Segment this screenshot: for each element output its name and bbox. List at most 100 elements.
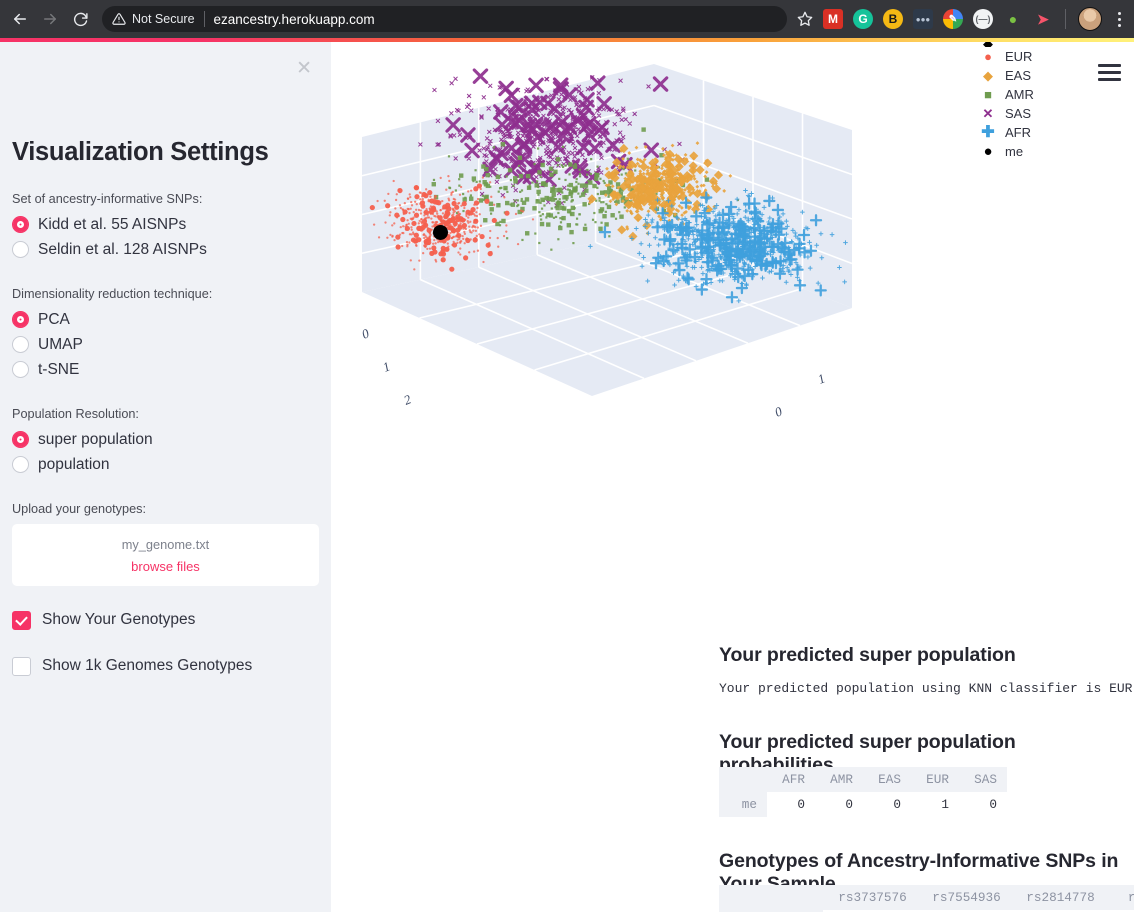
- toolbar-divider: [1065, 9, 1066, 29]
- not-secure-warning-icon: [112, 13, 126, 25]
- column-header-eas: EAS: [863, 767, 911, 792]
- svg-text:1: 1: [381, 358, 393, 374]
- radio-umap[interactable]: UMAP: [12, 332, 319, 357]
- omnibox-divider: [203, 11, 205, 27]
- svg-text:2: 2: [402, 391, 414, 408]
- star-icon[interactable]: [793, 7, 817, 31]
- checkbox-icon-checked: [12, 610, 31, 630]
- table-row: me 0 0 0 1 0: [719, 792, 1007, 817]
- x-marker-icon: ✕: [982, 106, 994, 121]
- back-arrow-icon[interactable]: [6, 5, 34, 33]
- circle-marker-icon: ●: [984, 49, 992, 64]
- checkbox-icon: [12, 656, 31, 676]
- column-header-rs2814778: rs2814778: [1010, 885, 1105, 910]
- profile-avatar[interactable]: [1078, 7, 1102, 31]
- probabilities-table: AFR AMR EAS EUR SAS me 0 0 0 1 0: [719, 767, 1007, 817]
- plus-marker-icon: ✚: [981, 123, 995, 141]
- extension-arrow-icon[interactable]: ➤: [1033, 9, 1053, 29]
- extension-red-icon[interactable]: M: [823, 9, 843, 29]
- legend-item-amr[interactable]: ■ AMR: [981, 85, 1101, 104]
- radio-label: t-SNE: [38, 360, 80, 378]
- radio-icon: [12, 456, 29, 473]
- legend-item-eas[interactable]: ◆ EAS: [981, 66, 1101, 85]
- column-header-rs3737576: rs3737576: [822, 885, 917, 910]
- upload-label: Upload your genotypes:: [12, 502, 147, 516]
- url-text: ezancestry.herokuapp.com: [213, 11, 375, 27]
- radio-label: Kidd et al. 55 AISNPs: [38, 215, 187, 233]
- diamond-marker-icon: ◆: [983, 68, 993, 83]
- radio-label: PCA: [38, 310, 70, 328]
- address-bar[interactable]: Not Secure ezancestry.herokuapp.com: [102, 6, 787, 32]
- checkbox-show-1k-genomes-genotypes[interactable]: Show 1k Genomes Genotypes: [12, 651, 319, 681]
- radio-icon: [12, 241, 29, 258]
- ancestry-3d-scatter-plot[interactable]: 01210 ◆ ● EUR ◆ EAS ■ AMR: [331, 42, 1134, 542]
- forward-arrow-icon[interactable]: [36, 5, 64, 33]
- legend-item-eur[interactable]: ● EUR: [981, 47, 1101, 66]
- table-index-header: [719, 885, 823, 910]
- visualization-settings-sidebar: ✕ Visualization Settings Set of ancestry…: [0, 42, 331, 912]
- file-uploader-dropzone[interactable]: my_genome.txt browse files: [12, 524, 319, 586]
- table-header-row: rs3737576 rs7554936 rs2814778 rs798443 r…: [719, 885, 1134, 910]
- radio-seldin-aisnps[interactable]: Seldin et al. 128 AISNPs: [12, 237, 319, 262]
- radio-tsne[interactable]: t-SNE: [12, 357, 319, 382]
- column-header-eur: EUR: [911, 767, 959, 792]
- radio-pca[interactable]: PCA: [12, 307, 319, 332]
- browse-files-button[interactable]: browse files: [131, 559, 200, 574]
- app-body: ✕ Visualization Settings Set of ancestry…: [0, 42, 1134, 912]
- column-header-amr: AMR: [815, 767, 863, 792]
- legend-label: AMR: [1005, 87, 1034, 102]
- three-dot-menu-icon[interactable]: [1110, 11, 1128, 27]
- predicted-population-heading: Your predicted super population: [719, 644, 1016, 666]
- extension-dots-icon[interactable]: ●●●: [913, 9, 933, 29]
- column-header-sas: SAS: [959, 767, 1007, 792]
- legend-label: SAS: [1005, 106, 1032, 121]
- population-resolution-label: Population Resolution:: [12, 407, 139, 421]
- radio-icon: [12, 361, 29, 378]
- legend-item-me[interactable]: ● me: [981, 142, 1101, 161]
- reload-icon[interactable]: [66, 5, 94, 33]
- browser-toolbar: Not Secure ezancestry.herokuapp.com M G …: [0, 0, 1134, 38]
- legend-marker-icon: ◆: [981, 42, 995, 47]
- radio-label: Seldin et al. 128 AISNPs: [38, 240, 207, 258]
- plot-legend: ◆ ● EUR ◆ EAS ■ AMR ✕ SAS: [981, 42, 1101, 161]
- radio-icon-selected: [12, 216, 29, 233]
- radio-population[interactable]: population: [12, 452, 319, 477]
- cell-afr: 0: [767, 792, 815, 817]
- legend-label: EUR: [1005, 49, 1033, 64]
- legend-label: EAS: [1005, 68, 1032, 83]
- square-marker-icon: ■: [984, 87, 992, 102]
- predicted-population-text: Your predicted population using KNN clas…: [719, 681, 1133, 696]
- checkbox-label: Show 1k Genomes Genotypes: [42, 657, 253, 674]
- legend-item-sas[interactable]: ✕ SAS: [981, 104, 1101, 123]
- circle-marker-icon: ●: [983, 143, 993, 160]
- extension-grammarly-icon[interactable]: G: [853, 9, 873, 29]
- security-status-label: Not Secure: [132, 12, 195, 26]
- genotypes-table-scroll-container[interactable]: rs3737576 rs7554936 rs2814778 rs798443 r…: [719, 885, 1134, 912]
- checkbox-label: Show Your Genotypes: [42, 611, 196, 628]
- uploaded-filename: my_genome.txt: [121, 536, 210, 552]
- cell-amr: 0: [815, 792, 863, 817]
- legend-label: me: [1005, 144, 1024, 159]
- legend-label: AFR: [1005, 125, 1031, 140]
- column-header-rs798443: rs798443: [1104, 885, 1134, 910]
- checkbox-show-your-genotypes[interactable]: Show Your Genotypes: [12, 605, 319, 635]
- legend-item-afr[interactable]: ✚ AFR: [981, 123, 1101, 142]
- radio-kidd-aisnps[interactable]: Kidd et al. 55 AISNPs: [12, 212, 319, 237]
- radio-icon-selected: [12, 311, 29, 328]
- close-icon[interactable]: ✕: [296, 59, 312, 78]
- radio-icon-selected: [12, 431, 29, 448]
- radio-super-population[interactable]: super population: [12, 427, 319, 452]
- extension-green-icon[interactable]: ●: [1003, 9, 1023, 29]
- snp-set-label: Set of ancestry-informative SNPs:: [12, 192, 203, 206]
- cell-eas: 0: [863, 792, 911, 817]
- column-header-rs7554936: rs7554936: [916, 885, 1011, 910]
- extension-circle-icon[interactable]: (—): [973, 9, 993, 29]
- radio-label: population: [38, 455, 110, 473]
- row-index: me: [719, 792, 767, 817]
- extension-editor-icon[interactable]: ✎: [943, 9, 963, 29]
- cell-eur: 1: [911, 792, 959, 817]
- cell-sas: 0: [959, 792, 1007, 817]
- extension-bitwarden-icon[interactable]: B: [883, 9, 903, 29]
- dim-reduction-label: Dimensionality reduction technique:: [12, 287, 213, 301]
- column-header-afr: AFR: [767, 767, 815, 792]
